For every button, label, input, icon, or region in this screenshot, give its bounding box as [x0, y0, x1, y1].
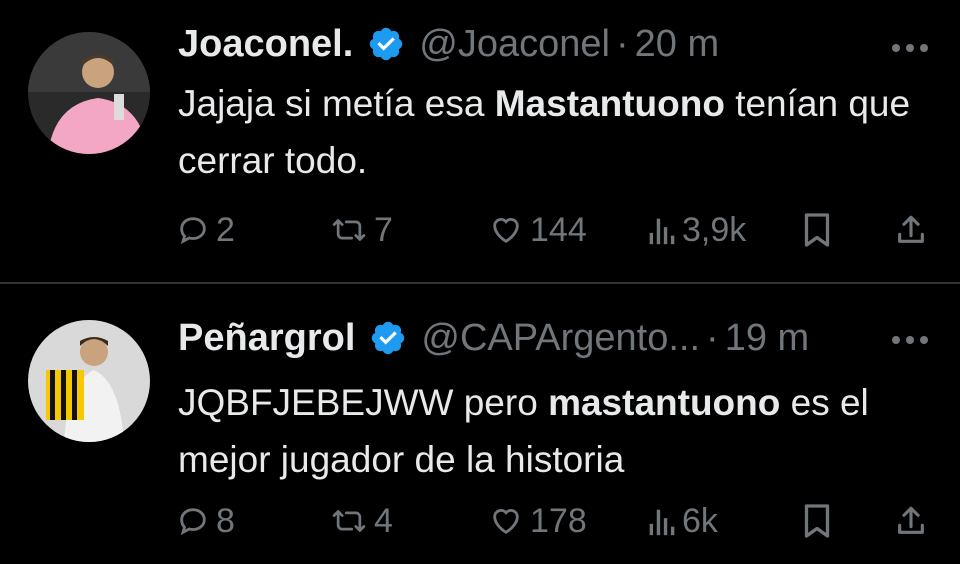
- tweet-text: JQBFJEBEJWW pero mastantuono es el mejor…: [178, 374, 918, 488]
- retweet-count: 7: [374, 210, 393, 249]
- reply-icon: [180, 217, 206, 245]
- tweet-header: Peñargrol @CAPArgento... · 19 m: [178, 316, 809, 360]
- like-count: 178: [530, 501, 587, 540]
- retweet-icon: [332, 219, 366, 241]
- avatar[interactable]: [28, 32, 150, 154]
- tweet-actions: 8 4 178 6k: [0, 496, 960, 546]
- tweet-header: Joaconel. @Joaconel · 20 m: [178, 22, 719, 66]
- bookmark-icon: [804, 504, 830, 538]
- tweet-text-part: JQBFJEBEJWW pero: [178, 382, 549, 423]
- retweet-button[interactable]: 7: [330, 205, 393, 255]
- retweet-icon: [332, 510, 366, 532]
- views-icon: [649, 218, 675, 245]
- avatar[interactable]: [28, 320, 150, 442]
- tweet-1[interactable]: Joaconel. @Joaconel · 20 m Jajaja si met…: [0, 0, 960, 282]
- verified-badge-icon[interactable]: [369, 319, 407, 357]
- share-button[interactable]: [894, 205, 928, 255]
- views-count: 3,9k: [682, 210, 747, 249]
- timestamp[interactable]: 19 m: [725, 317, 809, 360]
- tweet-text-part: Jajaja si metía esa: [178, 83, 495, 124]
- reply-button[interactable]: 8: [176, 496, 235, 546]
- separator-dot: ·: [706, 316, 719, 359]
- reply-button[interactable]: 2: [176, 205, 235, 255]
- heart-icon: [493, 218, 519, 243]
- retweet-count: 4: [374, 501, 393, 540]
- more-options-icon[interactable]: [890, 38, 930, 58]
- author-handle[interactable]: @CAPArgento...: [421, 317, 700, 360]
- like-button[interactable]: 144: [488, 205, 587, 255]
- separator-dot: ·: [615, 22, 629, 65]
- timestamp[interactable]: 20 m: [635, 23, 719, 66]
- views-icon: [649, 509, 675, 536]
- views-count: 6k: [682, 501, 718, 540]
- share-icon: [898, 506, 924, 534]
- bookmark-icon: [804, 213, 830, 247]
- tweet-text: Jajaja si metía esa Mastantuono tenían q…: [178, 75, 918, 189]
- tweet-text-bold: mastantuono: [548, 382, 781, 423]
- author-handle[interactable]: @Joaconel: [419, 23, 610, 66]
- verified-badge-icon[interactable]: [367, 25, 405, 63]
- like-button[interactable]: 178: [488, 496, 587, 546]
- reply-count: 2: [216, 210, 235, 249]
- heart-icon: [493, 509, 519, 534]
- author-name[interactable]: Joaconel.: [178, 23, 353, 66]
- bookmark-button[interactable]: [802, 205, 832, 255]
- author-name[interactable]: Peñargrol: [178, 317, 355, 360]
- share-button[interactable]: [894, 496, 928, 546]
- views-button[interactable]: 3,9k: [646, 205, 746, 255]
- like-count: 144: [530, 210, 587, 249]
- reply-icon: [180, 508, 206, 536]
- views-button[interactable]: 6k: [646, 496, 718, 546]
- avatar-image: [28, 320, 150, 442]
- bookmark-button[interactable]: [802, 496, 832, 546]
- reply-count: 8: [216, 501, 235, 540]
- tweet-2[interactable]: Peñargrol @CAPArgento... · 19 m JQBFJEBE…: [0, 284, 960, 564]
- share-icon: [898, 215, 924, 243]
- more-options-icon[interactable]: [890, 330, 930, 350]
- avatar-image: [28, 32, 150, 154]
- tweet-actions: 2 7 144 3,9k: [0, 205, 960, 255]
- tweet-text-bold: Mastantuono: [494, 83, 725, 124]
- retweet-button[interactable]: 4: [330, 496, 393, 546]
